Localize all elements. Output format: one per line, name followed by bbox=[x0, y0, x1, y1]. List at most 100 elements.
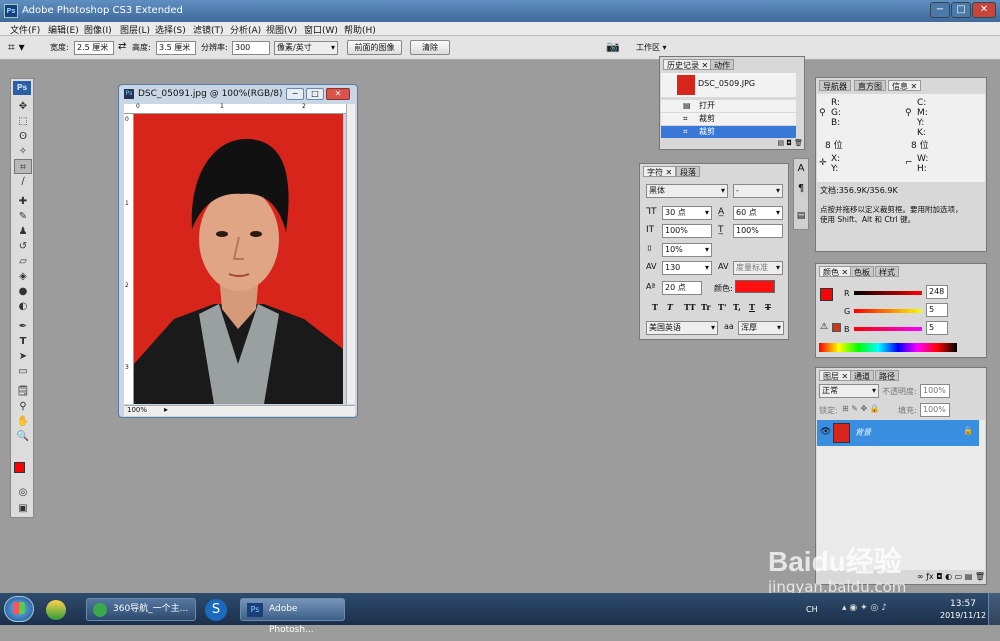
kerning-select[interactable]: 度量标准 ▾ bbox=[733, 261, 783, 275]
marquee-tool-icon[interactable]: ⬚ bbox=[14, 114, 32, 129]
slice-tool-icon[interactable]: ∕ bbox=[14, 174, 32, 189]
tab-actions[interactable]: 动作 bbox=[710, 59, 734, 70]
workspace-button[interactable]: 工作区 ▾ bbox=[636, 42, 667, 53]
type-tool-icon[interactable]: T bbox=[14, 334, 32, 349]
history-snapshot-row[interactable]: DSC_0509.JPG bbox=[661, 73, 796, 97]
antialias-select[interactable]: 浑厚 ▾ bbox=[738, 321, 784, 335]
menu-image[interactable]: 图像(I) bbox=[84, 23, 112, 36]
slider-b[interactable] bbox=[854, 327, 922, 331]
small-caps-button[interactable]: Tr bbox=[701, 302, 711, 312]
taskbar-item-photoshop[interactable]: Ps Adobe Photosh... bbox=[240, 598, 345, 635]
vertical-scrollbar[interactable] bbox=[346, 104, 355, 404]
subscript-button[interactable]: T, bbox=[733, 302, 741, 312]
minimize-button[interactable]: − bbox=[930, 2, 950, 18]
tab-swatches[interactable]: 色板 bbox=[850, 266, 874, 277]
hand-tool-icon[interactable]: ✋ bbox=[14, 414, 32, 429]
zoom-level[interactable]: 100% bbox=[127, 406, 147, 414]
move-tool-icon[interactable]: ✥ bbox=[14, 99, 32, 114]
quick-mask-icon[interactable]: ◎ bbox=[14, 485, 32, 500]
horizontal-scale-input[interactable]: 100% bbox=[733, 224, 783, 238]
strikethrough-button[interactable]: T bbox=[765, 302, 771, 312]
color-spectrum-ramp[interactable] bbox=[819, 343, 957, 352]
healing-brush-tool-icon[interactable]: ✚ bbox=[14, 194, 32, 209]
history-item-crop[interactable]: ⌗ 裁剪 bbox=[661, 113, 796, 125]
doc-close-button[interactable]: ✕ bbox=[326, 88, 350, 100]
history-item-crop-active[interactable]: ⌗ 裁剪 bbox=[661, 126, 796, 138]
brush-tool-icon[interactable]: ✎ bbox=[14, 209, 32, 224]
front-image-button[interactable]: 前面的图像 bbox=[347, 40, 402, 55]
resolution-input[interactable]: 300 bbox=[232, 41, 270, 55]
menu-view[interactable]: 视图(V) bbox=[266, 23, 297, 36]
superscript-button[interactable]: T' bbox=[718, 302, 726, 312]
visibility-eye-icon[interactable]: 👁 bbox=[820, 427, 831, 437]
menu-select[interactable]: 选择(S) bbox=[155, 23, 186, 36]
magic-wand-tool-icon[interactable]: ✧ bbox=[14, 144, 32, 159]
leading-input[interactable]: 60 点 ▾ bbox=[733, 206, 783, 220]
notes-tool-icon[interactable]: 🗒 bbox=[14, 384, 32, 399]
tab-info[interactable]: 信息 ✕ bbox=[888, 80, 922, 91]
snapshot-camera-icon[interactable]: ◘ bbox=[786, 139, 792, 147]
resolution-unit-select[interactable]: 像素/英寸 ▾ bbox=[274, 41, 338, 55]
all-caps-button[interactable]: TT bbox=[684, 302, 696, 312]
history-brush-tool-icon[interactable]: ↺ bbox=[14, 239, 32, 254]
font-family-select[interactable]: 黑体 ▾ bbox=[646, 184, 728, 198]
vertical-scale-input[interactable]: 100% bbox=[662, 224, 712, 238]
paragraph-panel-icon[interactable]: ¶ bbox=[795, 183, 807, 197]
slider-r[interactable] bbox=[854, 291, 922, 295]
lock-icons[interactable]: ⊞ ✎ ✥ 🔒 bbox=[842, 404, 880, 413]
maximize-button[interactable]: □ bbox=[951, 2, 971, 18]
clone-stamp-tool-icon[interactable]: ♟ bbox=[14, 224, 32, 239]
channel-r-input[interactable]: 248 bbox=[926, 285, 948, 299]
tab-histogram[interactable]: 直方图 bbox=[854, 80, 886, 91]
width-input[interactable]: 2.5 厘米 bbox=[74, 41, 114, 55]
swap-icon[interactable]: ⇄ bbox=[118, 41, 126, 52]
layer-row-background[interactable]: 👁 背景 🔒 bbox=[817, 420, 979, 446]
crop-tool-icon[interactable]: ⌗ ▾ bbox=[8, 40, 25, 55]
zoom-tool-icon[interactable]: 🔍 bbox=[14, 429, 32, 444]
eraser-tool-icon[interactable]: ▱ bbox=[14, 254, 32, 269]
clear-button[interactable]: 清除 bbox=[410, 40, 450, 55]
lasso-tool-icon[interactable]: ʘ bbox=[14, 129, 32, 144]
new-document-icon[interactable]: ▤ bbox=[777, 139, 784, 147]
tab-color[interactable]: 颜色 ✕ bbox=[819, 266, 853, 277]
tab-history[interactable]: 历史记录 ✕ bbox=[663, 59, 713, 70]
menu-filter[interactable]: 滤镜(T) bbox=[193, 23, 224, 36]
clock-time[interactable]: 13:57 bbox=[950, 599, 976, 609]
clock-date[interactable]: 2019/11/12 bbox=[940, 611, 986, 620]
tab-layers[interactable]: 图层 ✕ bbox=[819, 370, 853, 381]
character-panel-icon[interactable]: A bbox=[795, 163, 807, 177]
faux-bold-button[interactable]: T bbox=[652, 302, 658, 312]
fill-input[interactable]: 100% bbox=[920, 403, 950, 417]
photo-canvas[interactable] bbox=[134, 114, 343, 404]
layer-comps-icon[interactable]: ▤ bbox=[795, 211, 807, 225]
menu-layer[interactable]: 图层(L) bbox=[120, 23, 150, 36]
channel-b-input[interactable]: 5 bbox=[926, 321, 948, 335]
close-button[interactable]: ✕ bbox=[972, 2, 996, 18]
text-color-swatch[interactable] bbox=[735, 280, 775, 293]
360-security-icon[interactable] bbox=[46, 600, 66, 620]
underline-button[interactable]: T bbox=[749, 302, 755, 312]
color-panel-foreground-swatch[interactable] bbox=[820, 288, 833, 301]
camera-icon[interactable]: 📷 bbox=[606, 40, 620, 53]
sogou-icon[interactable]: S bbox=[205, 599, 227, 621]
path-selection-tool-icon[interactable]: ➤ bbox=[14, 349, 32, 364]
tab-paragraph[interactable]: 段落 bbox=[676, 166, 700, 177]
show-desktop-button[interactable] bbox=[988, 593, 1000, 625]
dodge-tool-icon[interactable]: ◐ bbox=[14, 299, 32, 314]
menu-window[interactable]: 窗口(W) bbox=[304, 23, 338, 36]
blur-tool-icon[interactable]: ● bbox=[14, 284, 32, 299]
menu-analysis[interactable]: 分析(A) bbox=[230, 23, 261, 36]
tab-character[interactable]: 字符 ✕ bbox=[643, 166, 677, 177]
menu-edit[interactable]: 编辑(E) bbox=[48, 23, 79, 36]
language-select[interactable]: 美国英语 ▾ bbox=[646, 321, 718, 335]
foreground-color-swatch[interactable] bbox=[14, 462, 25, 473]
channel-g-input[interactable]: 5 bbox=[926, 303, 948, 317]
eyedropper-tool-icon[interactable]: ⚲ bbox=[14, 399, 32, 414]
menu-file[interactable]: 文件(F) bbox=[10, 23, 40, 36]
height-input[interactable]: 3.5 厘米 bbox=[156, 41, 196, 55]
history-item-open[interactable]: ▤ 打开 bbox=[661, 100, 796, 112]
tracking-percent-input[interactable]: 10% ▾ bbox=[662, 243, 712, 257]
screen-mode-icon[interactable]: ▣ bbox=[14, 501, 32, 516]
status-arrow-icon[interactable]: ▸ bbox=[164, 405, 168, 414]
baseline-shift-input[interactable]: 20 点 bbox=[662, 281, 702, 295]
